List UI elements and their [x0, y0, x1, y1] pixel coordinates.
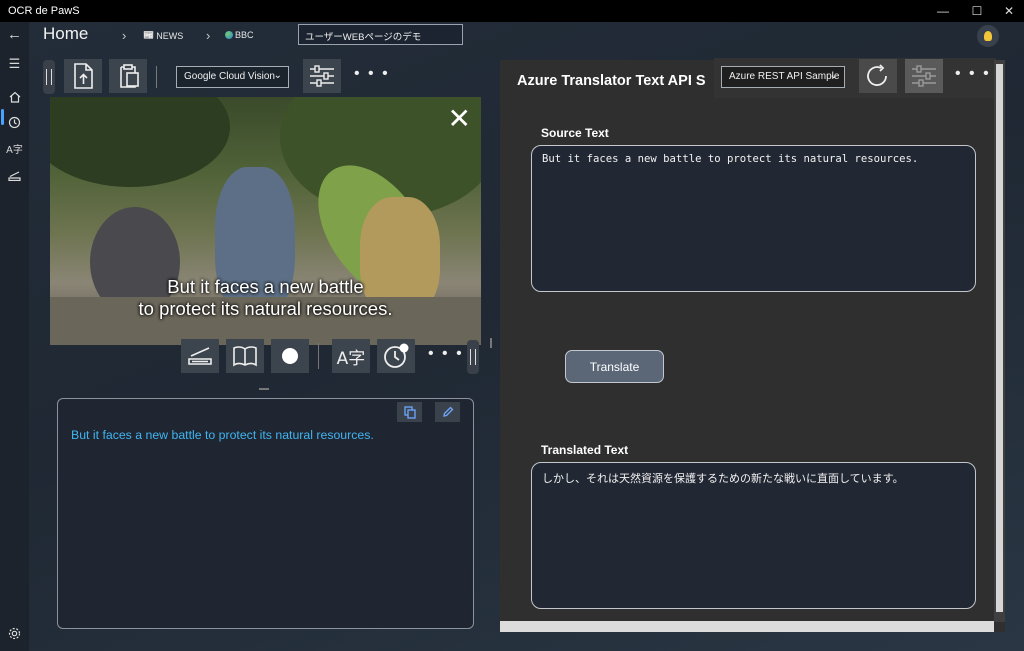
- source-text-field[interactable]: But it faces a new battle to protect its…: [531, 145, 976, 292]
- lightbulb-icon[interactable]: [977, 25, 999, 47]
- pencil-icon: [442, 406, 453, 417]
- translator-panel-title: Azure Translator Text API S: [517, 73, 706, 89]
- scrollbar-thumb[interactable]: [996, 64, 1003, 612]
- ocr-engine-select[interactable]: Google Cloud Vision ⌄: [176, 66, 289, 88]
- breadcrumb-label: NEWS: [156, 30, 184, 41]
- image-caption-line-2: to protect its natural resources.: [138, 298, 393, 319]
- breadcrumb-label: BBC: [235, 30, 254, 40]
- refresh-icon: [867, 64, 887, 86]
- scan-area-button[interactable]: [181, 339, 219, 373]
- chevron-down-icon: ⌄: [829, 70, 838, 81]
- newspaper-icon: 📰: [143, 30, 155, 40]
- horizontal-splitter-handle[interactable]: [490, 338, 492, 348]
- translator-mode-value: Azure REST API Sample: [729, 71, 840, 82]
- translate-icon: A字: [336, 348, 366, 369]
- copy-icon: [403, 405, 416, 419]
- clipboard-icon: [120, 64, 139, 88]
- horizontal-scrollbar[interactable]: [500, 621, 994, 632]
- ocr-settings-button[interactable]: [303, 59, 341, 93]
- translator-settings-button[interactable]: [905, 59, 943, 93]
- record-circle-icon: [282, 348, 298, 364]
- ocr-result-text[interactable]: But it faces a new battle to protect its…: [71, 428, 374, 442]
- captured-image: ✕ But it faces a new battle to protect i…: [50, 97, 481, 345]
- scanner-icon: [188, 347, 212, 365]
- close-image-icon[interactable]: ✕: [448, 105, 471, 133]
- vertical-splitter-handle[interactable]: [259, 388, 269, 390]
- translated-text-label: Translated Text: [541, 443, 629, 457]
- home-icon[interactable]: [6, 88, 23, 105]
- more-options-button[interactable]: • • •: [354, 65, 390, 83]
- title-bar: OCR de PawS — ☐ ✕: [0, 0, 1024, 22]
- copy-button[interactable]: [397, 402, 422, 422]
- open-file-button[interactable]: [64, 59, 102, 93]
- settings-gear-icon[interactable]: [6, 625, 23, 642]
- record-button[interactable]: [271, 339, 309, 373]
- chevron-down-icon: ⌄: [273, 70, 282, 81]
- open-book-icon: [233, 346, 257, 367]
- image-caption-line-1: But it faces a new battle: [167, 276, 364, 297]
- paste-clipboard-button[interactable]: [109, 59, 147, 93]
- image-toolbar-drag-handle[interactable]: [467, 340, 479, 374]
- nav-selection-indicator: [1, 109, 4, 125]
- ocr-engine-value: Google Cloud Vision: [184, 71, 275, 82]
- foliage-shape: [50, 97, 230, 187]
- image-more-options-button[interactable]: • • •: [428, 345, 464, 363]
- file-upload-icon: [74, 63, 93, 89]
- page-title-input[interactable]: ユーザーWEBページのデモ: [298, 24, 463, 45]
- translator-mode-select[interactable]: Azure REST API Sample ⌄: [721, 66, 845, 88]
- translate-button-icon[interactable]: A字: [332, 339, 370, 373]
- vertical-scrollbar[interactable]: [994, 60, 1005, 622]
- toolbar-separator: [156, 66, 157, 88]
- edit-button[interactable]: [435, 402, 460, 422]
- toolbar-drag-handle[interactable]: [43, 60, 55, 94]
- translated-text-field[interactable]: しかし、それは天然資源を保護するための新たな戦いに直面しています。: [531, 462, 976, 609]
- sliders-icon: [912, 65, 936, 87]
- refresh-button[interactable]: [859, 59, 897, 93]
- translate-icon[interactable]: A字: [6, 140, 23, 157]
- translator-more-options-button[interactable]: • • •: [955, 65, 991, 83]
- close-window-icon[interactable]: ✕: [992, 0, 1024, 22]
- toolbar-separator: [318, 343, 319, 369]
- nav-rail: ← ☰ A字: [0, 22, 29, 651]
- back-arrow-icon[interactable]: ←: [6, 26, 23, 43]
- scanner-icon[interactable]: [6, 167, 23, 184]
- page-title[interactable]: Home: [43, 24, 88, 44]
- ocr-result-panel[interactable]: But it faces a new battle to protect its…: [57, 398, 474, 629]
- source-text-label: Source Text: [541, 126, 609, 140]
- translate-button[interactable]: Translate: [565, 350, 664, 383]
- chevron-right-icon: ›: [122, 28, 127, 43]
- hamburger-menu-icon[interactable]: ☰: [6, 55, 23, 72]
- history-timer-icon: [384, 343, 409, 368]
- history-icon[interactable]: [6, 114, 23, 131]
- globe-icon: [225, 31, 233, 39]
- minimize-icon[interactable]: —: [926, 0, 960, 22]
- breadcrumb-news[interactable]: 📰 NEWS: [143, 30, 183, 41]
- chevron-right-icon: ›: [206, 28, 211, 43]
- auto-capture-button[interactable]: [377, 339, 415, 373]
- sliders-icon: [310, 65, 334, 87]
- window-title: OCR de PawS: [8, 5, 80, 17]
- breadcrumb-bbc[interactable]: BBC: [225, 30, 254, 40]
- reader-mode-button[interactable]: [226, 339, 264, 373]
- maximize-icon[interactable]: ☐: [960, 0, 994, 22]
